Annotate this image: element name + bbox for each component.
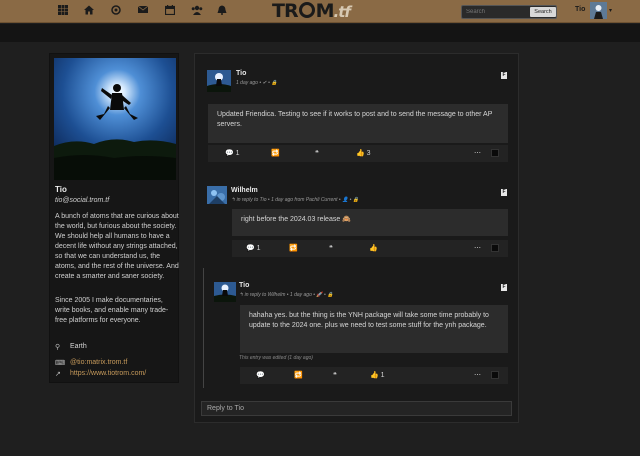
share-button[interactable]: 🔁 (289, 244, 298, 252)
like-button[interactable]: 👍 3 (356, 149, 371, 157)
nested-reply-content: hahaha yes. but the thing is the YNH pac… (240, 305, 508, 353)
select-checkbox[interactable] (491, 244, 499, 252)
search-button[interactable]: Search (530, 7, 556, 17)
nested-reply-avatar[interactable] (214, 282, 236, 302)
reply-content: right before the 2024.03 release 🙈 (232, 209, 508, 236)
users-icon[interactable] (190, 5, 204, 18)
comment-button[interactable]: 💬 (256, 371, 265, 379)
like-button[interactable]: 👍 1 (370, 371, 385, 379)
more-options-icon[interactable]: ⋯ (474, 149, 481, 157)
profile-website-link[interactable]: https://www.tiotrom.com/ (70, 370, 146, 377)
user-menu-avatar[interactable] (590, 2, 607, 19)
profile-location-row: ⚲ Earth (55, 343, 87, 351)
thread-connector (203, 268, 204, 388)
quote-button[interactable]: ❝ (315, 149, 319, 157)
profile-handle: tio@social.trom.tf (55, 197, 110, 204)
like-count: 1 (380, 372, 385, 379)
profile-matrix-row: ⌨ @tio:matrix.trom.tf (55, 359, 127, 367)
user-menu-name[interactable]: Tio (575, 6, 585, 13)
search-input[interactable] (462, 6, 528, 18)
site-logo[interactable]: TR M.tf (272, 1, 351, 22)
post-content: Updated Friendica. Testing to see if it … (208, 104, 508, 143)
post-avatar[interactable] (207, 70, 231, 92)
more-options-icon[interactable]: ⋯ (474, 244, 481, 252)
chevron-down-icon[interactable]: ▾ (609, 7, 612, 14)
post-meta: 1 day ago • ✔ • 🔒 (236, 80, 278, 86)
profile-name: Tio (55, 185, 67, 194)
comment-button[interactable]: 💬 1 (225, 149, 240, 157)
external-link-icon: ↗ (55, 371, 61, 378)
more-options-icon[interactable]: ⋯ (474, 371, 481, 379)
profile-photo[interactable] (54, 58, 176, 180)
nested-reply-actions: 💬 🔁 ❝ 👍 1 ⋯ (240, 367, 508, 384)
calendar-icon[interactable] (163, 5, 177, 18)
reply-meta: ↰ in reply to Tio • 1 day ago from Pachl… (231, 197, 360, 203)
like-count: 3 (366, 150, 371, 157)
post-author[interactable]: Tio (236, 70, 246, 77)
edited-note: This entry was edited (1 day ago) (239, 355, 313, 361)
home-icon[interactable] (82, 5, 96, 18)
profile-bio: A bunch of atoms that are curious about … (55, 213, 179, 280)
profile-bio-secondary: Since 2005 I make documentaries, write b… (55, 297, 169, 324)
profile-card: Tio tio@social.trom.tf A bunch of atoms … (49, 53, 179, 383)
share-button[interactable]: 🔁 (294, 371, 303, 379)
select-checkbox[interactable] (491, 149, 499, 157)
profile-location: Earth (70, 343, 87, 350)
secondary-bar (0, 24, 640, 42)
logo-o-mark (298, 2, 315, 18)
comment-button[interactable]: 💬 1 (246, 244, 261, 252)
quote-button[interactable]: ❝ (329, 244, 333, 252)
reply-author[interactable]: Wilhelm (231, 187, 258, 194)
profile-website-row: ↗ https://www.tiotrom.com/ (55, 370, 146, 378)
reply-avatar[interactable] (207, 186, 227, 204)
post-actions: 💬 1 🔁 ❝ 👍 3 ⋯ (208, 145, 508, 162)
bell-icon[interactable] (215, 5, 229, 18)
profile-matrix-link[interactable]: @tio:matrix.trom.tf (70, 359, 127, 366)
target-icon[interactable] (109, 5, 123, 18)
nested-reply-meta: ↰ in reply to Wilhelm • 1 day ago • 🚀 • … (239, 292, 334, 298)
comment-count: 1 (256, 245, 261, 252)
search-form: Search (461, 5, 557, 19)
envelope-icon[interactable] (136, 5, 150, 18)
share-button[interactable]: 🔁 (271, 149, 280, 157)
map-marker-icon: ⚲ (55, 344, 61, 351)
like-button[interactable]: 👍 (369, 244, 378, 252)
reply-input[interactable]: Reply to Tio (201, 401, 512, 416)
quote-button[interactable]: ❝ (333, 371, 337, 379)
reply-actions: 💬 1 🔁 ❝ 👍 ⋯ (232, 240, 508, 257)
top-navbar: TRM.tf Search Tio ▾ (0, 0, 640, 23)
friendica-badge-icon: F (501, 72, 507, 79)
grid-icon[interactable] (56, 5, 70, 18)
friendica-badge-icon: F (501, 284, 507, 291)
friendica-badge-icon: F (501, 189, 507, 196)
select-checkbox[interactable] (491, 371, 499, 379)
matrix-icon: ⌨ (55, 360, 66, 367)
nested-reply-author[interactable]: Tio (239, 282, 249, 289)
comment-count: 1 (235, 150, 240, 157)
